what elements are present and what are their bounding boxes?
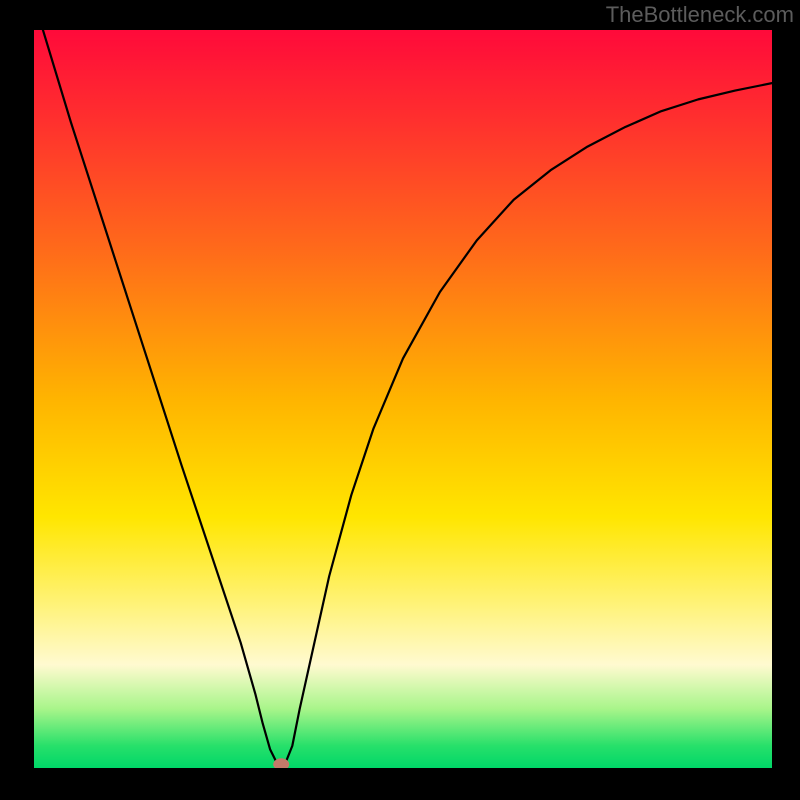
chart-plot-area [34, 30, 772, 768]
bottleneck-curve-path [34, 30, 772, 764]
chart-svg [34, 30, 772, 768]
watermark-text: TheBottleneck.com [606, 2, 794, 28]
